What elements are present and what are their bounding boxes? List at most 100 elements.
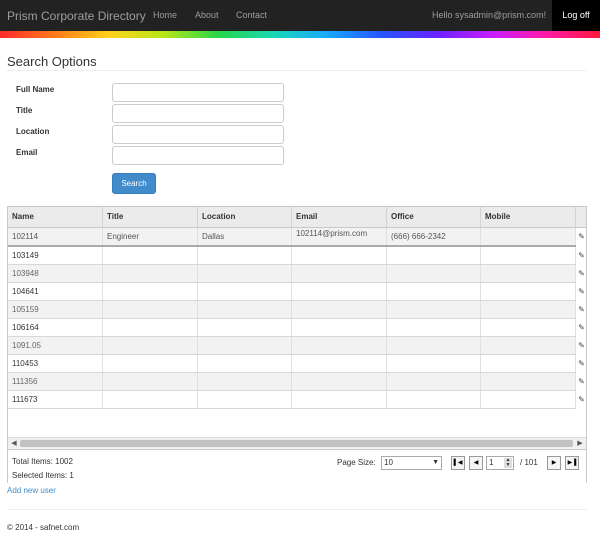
cell-title [103, 247, 198, 264]
hello-user-link[interactable]: Hello sysadmin@prism.com! [432, 10, 546, 20]
cell-title [103, 373, 198, 390]
cell-location [198, 391, 292, 408]
last-page-button[interactable]: ▶▐ [565, 456, 579, 470]
first-page-icon: ▌◀ [453, 460, 463, 466]
column-header-mobile[interactable]: Mobile [481, 207, 576, 227]
table-row[interactable]: 111356 [8, 373, 576, 391]
table-row[interactable]: 105159 [8, 301, 576, 319]
cell-title [103, 391, 198, 408]
cell-name: 110453 [8, 355, 103, 372]
cell-office [387, 319, 481, 336]
cell-office [387, 301, 481, 318]
edit-icon[interactable]: ✎ [577, 391, 586, 409]
chevron-down-icon: ▼ [432, 459, 439, 466]
last-page-icon: ▶▐ [567, 460, 577, 466]
title-input[interactable] [112, 104, 284, 123]
cell-name: 105159 [8, 301, 103, 318]
full-name-input[interactable] [112, 83, 284, 102]
search-options-title: Search Options [7, 54, 97, 69]
cell-mobile [481, 265, 576, 282]
cell-name: 102114 [8, 228, 103, 245]
scrollbar-thumb[interactable] [20, 440, 573, 447]
cell-email: 102114@prism.com [292, 228, 387, 245]
cell-name: 103149 [8, 247, 103, 264]
cell-mobile [481, 373, 576, 390]
cell-email [292, 319, 387, 336]
cell-mobile [481, 355, 576, 372]
table-row[interactable]: 104641 [8, 283, 576, 301]
cell-email [292, 337, 387, 354]
email-input[interactable] [112, 146, 284, 165]
nav-home-link[interactable]: Home [153, 10, 177, 20]
cell-email [292, 283, 387, 300]
current-page-value: 1 [489, 458, 494, 467]
grid-header: Name Title Location Email Office Mobile [8, 207, 586, 228]
cell-location [198, 373, 292, 390]
page-count: / 101 [520, 458, 538, 467]
cell-title [103, 283, 198, 300]
edit-icon[interactable]: ✎ [577, 228, 586, 246]
brand-link[interactable]: Prism Corporate Directory [7, 9, 146, 23]
table-row[interactable]: 1091.05 [8, 337, 576, 355]
nav-about-link[interactable]: About [195, 10, 219, 20]
edit-icon[interactable]: ✎ [577, 247, 586, 265]
page-size-select[interactable]: 10 ▼ [381, 456, 442, 470]
cell-email [292, 265, 387, 282]
navbar: Prism Corporate Directory Home About Con… [0, 0, 600, 31]
cell-email [292, 247, 387, 264]
cell-location [198, 319, 292, 336]
divider [7, 70, 587, 71]
cell-name: 1091.05 [8, 337, 103, 354]
grid-footer: Total Items: 1002 Selected Items: 1 Page… [8, 449, 586, 483]
column-header-office[interactable]: Office [387, 207, 481, 227]
cell-name: 103948 [8, 265, 103, 282]
column-header-title[interactable]: Title [103, 207, 198, 227]
cell-title [103, 355, 198, 372]
cell-title [103, 301, 198, 318]
page-size-value: 10 [384, 458, 393, 467]
cell-location [198, 355, 292, 372]
first-page-button[interactable]: ▌◀ [451, 456, 465, 470]
results-grid: Name Title Location Email Office Mobile … [7, 206, 587, 483]
title-label: Title [16, 106, 33, 115]
table-row[interactable]: 102114 Engineer Dallas 102114@prism.com (666… [8, 228, 576, 247]
cell-email [292, 301, 387, 318]
edit-icon[interactable]: ✎ [577, 301, 586, 319]
search-button[interactable]: Search [112, 173, 156, 194]
edit-icon[interactable]: ✎ [577, 265, 586, 283]
table-row[interactable]: 111673 [8, 391, 576, 409]
cell-title: Engineer [103, 228, 198, 245]
table-row[interactable]: 110453 [8, 355, 576, 373]
next-page-icon: ▶ [551, 460, 557, 466]
column-header-location[interactable]: Location [198, 207, 292, 227]
nav-contact-link[interactable]: Contact [236, 10, 267, 20]
table-row[interactable]: 103149 [8, 247, 576, 265]
cell-office [387, 283, 481, 300]
column-header-email[interactable]: Email [292, 207, 387, 227]
cell-email [292, 391, 387, 408]
column-header-name[interactable]: Name [8, 207, 103, 227]
edit-icon[interactable]: ✎ [577, 283, 586, 301]
prev-page-button[interactable]: ◀ [469, 456, 483, 470]
edit-icon[interactable]: ✎ [577, 355, 586, 373]
current-page-input[interactable]: 1 ▲ ▼ [486, 456, 514, 470]
cell-title [103, 319, 198, 336]
cell-mobile [481, 301, 576, 318]
prev-page-icon: ◀ [473, 460, 479, 466]
table-row[interactable]: 103948 [8, 265, 576, 283]
cell-mobile [481, 247, 576, 264]
page-spinner-icon[interactable]: ▲ ▼ [504, 458, 512, 468]
location-input[interactable] [112, 125, 284, 144]
cell-email [292, 373, 387, 390]
edit-icon[interactable]: ✎ [577, 373, 586, 391]
table-row[interactable]: 106164 [8, 319, 576, 337]
logoff-button[interactable]: Log off [552, 0, 600, 31]
cell-office [387, 373, 481, 390]
cell-name: 104641 [8, 283, 103, 300]
edit-icon[interactable]: ✎ [577, 337, 586, 355]
cell-office: (666) 666-2342 [387, 228, 481, 245]
cell-title [103, 337, 198, 354]
next-page-button[interactable]: ▶ [547, 456, 561, 470]
add-new-user-link[interactable]: Add new user [7, 486, 56, 495]
edit-icon[interactable]: ✎ [577, 319, 586, 337]
